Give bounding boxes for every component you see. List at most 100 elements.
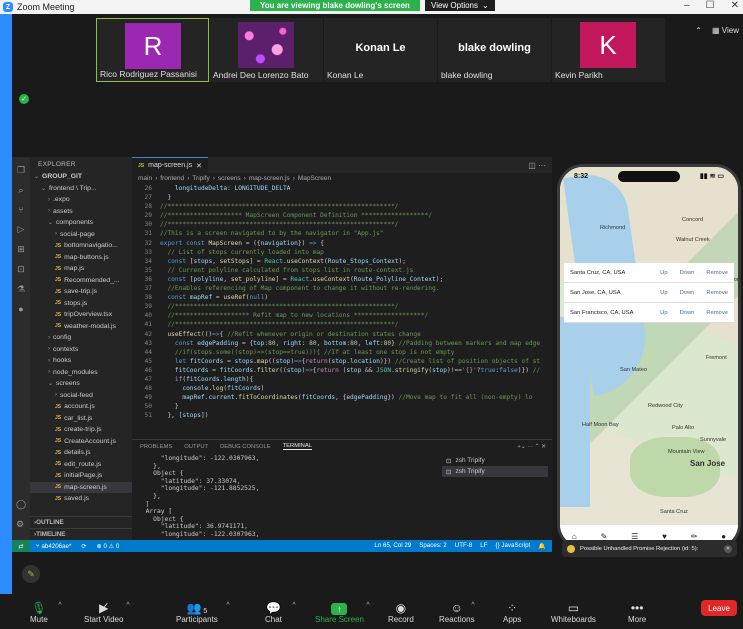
folder-item[interactable]: ⌄ screens xyxy=(30,378,132,390)
participant-tile[interactable]: blake dowling blake dowling xyxy=(438,18,551,82)
tab-problems[interactable]: PROBLEMS xyxy=(140,444,172,450)
file-item[interactable]: JS stops.js xyxy=(30,298,132,310)
run-debug-icon[interactable]: ▷ xyxy=(18,224,25,235)
code-line[interactable]: 30 //************************************… xyxy=(132,220,552,229)
code-line[interactable]: 43 const edgePadding = {top:80, right: 8… xyxy=(132,339,552,348)
annotate-pencil-icon[interactable]: ✎ xyxy=(22,565,40,583)
code-line[interactable]: 48 console.log(fitCoords) xyxy=(132,384,552,393)
code-lines[interactable]: 26 longitudeDelta: LONGITUDE_DELTA 27 } 28… xyxy=(132,184,552,420)
apps-button[interactable]: ⁘ Apps xyxy=(503,598,521,624)
stop-remove-button[interactable]: Remove xyxy=(706,270,728,276)
terminal-output[interactable]: "longitude": -122.0307963, }, Object { "… xyxy=(138,455,438,539)
terminal-session[interactable]: ⊡ zsh Tripify xyxy=(442,466,548,477)
file-item[interactable]: JS weather-modal.js xyxy=(30,321,132,333)
tab-output[interactable]: OUTPUT xyxy=(184,444,208,450)
git-branch[interactable]: ⑂ ab4206ae* xyxy=(36,543,71,550)
close-button[interactable]: ✕ xyxy=(731,0,739,11)
code-line[interactable]: 32 export const MapScreen = ({navigation}… xyxy=(132,239,552,248)
files-icon[interactable]: ❐ xyxy=(17,165,25,176)
code-line[interactable]: 45 let fitCoords = stops.map((stop)=>{re… xyxy=(132,357,552,366)
breadcrumb-item[interactable]: main xyxy=(138,175,152,182)
maximize-button[interactable]: ☐ xyxy=(706,0,715,11)
stop-down-button[interactable]: Down xyxy=(680,290,695,296)
file-item[interactable]: JS create-trip.js xyxy=(30,424,132,436)
code-line[interactable]: 33 // List of stops currently loaded int… xyxy=(132,248,552,257)
phone-screen[interactable]: Richmond Concord Walnut Creek San Mateo Redw… xyxy=(557,164,741,550)
code-line[interactable]: 47 if(fitCoords.length){ xyxy=(132,375,552,384)
folder-item[interactable]: › social-page xyxy=(30,229,132,241)
maximize-panel-icon[interactable]: ⌃ xyxy=(535,444,540,450)
more-icon[interactable]: ··· xyxy=(538,161,546,170)
security-shield-icon[interactable]: ✓ xyxy=(19,94,29,104)
stop-up-button[interactable]: Up xyxy=(660,290,667,296)
settings-gear-icon[interactable]: ⚙ xyxy=(16,519,26,530)
more-button[interactable]: ••• More xyxy=(628,598,646,624)
account-icon[interactable]: ◯ xyxy=(16,499,26,510)
code-line[interactable]: 42 useEffect(()=>{ //Refit whenever orig… xyxy=(132,330,552,339)
code-line[interactable]: 39 //***********************************… xyxy=(132,302,552,311)
file-item[interactable]: JS saved.js xyxy=(30,493,132,505)
file-item[interactable]: JS save-trip.js xyxy=(30,286,132,298)
participants-button[interactable]: 👥 5 Participants xyxy=(176,598,218,624)
search-icon[interactable]: ⌕ xyxy=(18,185,23,196)
file-item[interactable]: JS Recommended_... xyxy=(30,275,132,287)
breadcrumb-item[interactable]: frontend xyxy=(160,175,184,182)
scroll-up-icon[interactable]: ⌃ xyxy=(695,26,702,35)
view-button[interactable]: ▦ View xyxy=(712,26,739,35)
code-line[interactable]: 37 //Enables referencing of Map componen… xyxy=(132,284,552,293)
unhandled-promise-warning[interactable]: Possible Unhandled Promise Rejection (id… xyxy=(562,540,737,557)
code-line[interactable]: 28 //************************************… xyxy=(132,202,552,211)
stop-up-button[interactable]: Up xyxy=(660,310,667,316)
add-terminal-icon[interactable]: +⌄ xyxy=(517,444,525,450)
code-line[interactable]: 49 mapRef.current.fitToCoordinates(fitCo… xyxy=(132,393,552,402)
code-line[interactable]: 27 } xyxy=(132,193,552,202)
file-item[interactable]: JS edit_route.js xyxy=(30,459,132,471)
stop-down-button[interactable]: Down xyxy=(680,310,695,316)
code-line[interactable]: 38 const mapRef = useRef(null) xyxy=(132,293,552,302)
code-line[interactable]: 51 }, [stops]) xyxy=(132,411,552,420)
source-control-icon[interactable]: ⑂ xyxy=(18,205,23,215)
stop-remove-button[interactable]: Remove xyxy=(706,310,728,316)
folder-item[interactable]: ⌄ components xyxy=(30,217,132,229)
folder-item[interactable]: › social-feed xyxy=(30,390,132,402)
folder-item[interactable]: ⌄ GROUP_GIT xyxy=(30,171,132,183)
problems-count[interactable]: ⊗ 0 ⚠ 0 xyxy=(97,543,120,550)
file-item[interactable]: JS bottomnavigatio... xyxy=(30,240,132,252)
code-line[interactable]: 26 longitudeDelta: LONGITUDE_DELTA xyxy=(132,184,552,193)
tab-debug-console[interactable]: DEBUG CONSOLE xyxy=(220,444,271,450)
testing-icon[interactable]: ⚗ xyxy=(17,284,25,295)
stop-remove-button[interactable]: Remove xyxy=(706,290,728,296)
tab-map-screen[interactable]: JS map-screen.js ✕ xyxy=(132,157,208,173)
dismiss-icon[interactable]: ✕ xyxy=(724,544,732,553)
outline-section[interactable]: › OUTLINE xyxy=(30,516,132,528)
file-item[interactable]: JS initialPage.js xyxy=(30,470,132,482)
folder-item[interactable]: › node_modules xyxy=(30,367,132,379)
code-line[interactable]: 41 //***********************************… xyxy=(132,320,552,329)
file-item[interactable]: JS car_list.js xyxy=(30,413,132,425)
indentation[interactable]: Spaces: 2 xyxy=(419,542,447,550)
remote-indicator-icon[interactable]: ⇄ xyxy=(12,540,30,552)
sync-icon[interactable]: ⟳ xyxy=(81,543,86,550)
start-video-button[interactable]: ▶̸ Start Video xyxy=(84,598,123,624)
participant-tile[interactable]: K Kevin Parikh xyxy=(552,18,665,82)
breadcrumb-item[interactable]: Tripify xyxy=(192,175,209,182)
file-item[interactable]: JS map-buttons.js xyxy=(30,252,132,264)
leave-button[interactable]: Leave xyxy=(701,600,737,616)
share-screen-button[interactable]: ↑ Share Screen xyxy=(315,598,364,624)
folder-item[interactable]: › config xyxy=(30,332,132,344)
participant-tile[interactable]: Konan Le Konan Le xyxy=(324,18,437,82)
whiteboards-button[interactable]: ▭ Whiteboards xyxy=(551,598,596,624)
extensions-icon[interactable]: ⊞ xyxy=(17,244,25,255)
folder-item[interactable]: › hooks xyxy=(30,355,132,367)
code-line[interactable]: 36 const [polyline, set_polyline] = Reac… xyxy=(132,275,552,284)
view-options-button[interactable]: View Options ⌄ xyxy=(425,0,495,11)
file-item[interactable]: JS tripOverview.tsx xyxy=(30,309,132,321)
breadcrumb-item[interactable]: screens xyxy=(218,175,241,182)
github-icon[interactable]: ● xyxy=(18,304,23,314)
file-item[interactable]: JS CreateAccount.js xyxy=(30,436,132,448)
language-mode[interactable]: {} JavaScript xyxy=(496,542,531,550)
stop-up-button[interactable]: Up xyxy=(660,270,667,276)
tab-terminal[interactable]: TERMINAL xyxy=(282,443,312,450)
folder-item[interactable]: ⌄ frontend \ Trip... xyxy=(30,183,132,195)
participant-tile[interactable]: Andrei Deo Lorenzo Bato xyxy=(210,18,323,82)
